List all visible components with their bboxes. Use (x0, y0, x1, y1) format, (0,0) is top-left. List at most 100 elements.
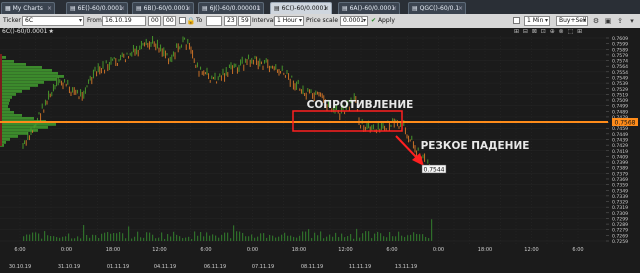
star-icon[interactable]: ★ (49, 28, 54, 35)
from-date-field[interactable]: 16.10.19 (102, 16, 146, 26)
volume-bar (116, 233, 118, 241)
volume-bar (431, 219, 433, 241)
to-hour-field[interactable]: 23 (224, 16, 237, 26)
volume-bar (365, 231, 367, 241)
date-tick-label: 13.11.19 (395, 264, 417, 270)
save-icon[interactable]: ▾ (627, 16, 637, 26)
price-tick-label: 0.7299 (612, 216, 628, 222)
apply-button[interactable]: ✔ Apply (371, 16, 395, 26)
volume-bar (314, 232, 316, 241)
price-tick-label: 0.7269 (612, 233, 628, 239)
tab-my-charts[interactable]: ▦ My Charts × (1, 2, 55, 14)
tab-bar: ▦ My Charts × ▤ 6E()-60/0.0001 × ▤ 6B()-… (0, 0, 640, 15)
volume-bar (245, 236, 247, 241)
volume-bar (266, 237, 268, 241)
price-tick-label: 0.7419 (612, 149, 628, 155)
price-tick-label: 0.7339 (612, 194, 628, 200)
volume-bar (137, 231, 139, 241)
profile-bar (0, 84, 38, 87)
from-minute-field[interactable]: 00 (163, 16, 176, 26)
volume-bar (338, 237, 340, 241)
chart-icon: ▤ (70, 5, 76, 12)
volume-bar (59, 237, 61, 241)
time-tick-label: 0:00 (61, 247, 72, 253)
profile-bar (0, 117, 34, 120)
volume-bar (164, 238, 166, 241)
volume-bar (407, 235, 409, 241)
price-tick-label: 0.7359 (612, 183, 628, 189)
options-checkbox[interactable] (513, 17, 520, 24)
from-label: From (87, 17, 102, 24)
last-price-label: 0.7544 (424, 166, 445, 173)
volume-bar (287, 235, 289, 241)
to-minute-field[interactable]: 59 (238, 16, 251, 26)
volume-bar (293, 236, 295, 241)
to-date-field[interactable] (206, 16, 222, 26)
volume-bar (92, 234, 94, 241)
chart-tools[interactable]: ⊞ ⊟ ⊠ ⊡ ⊕ ⊗ ⬚ ⊞ (514, 28, 583, 36)
volume-bar (341, 233, 343, 241)
from-minute-value: 00 (166, 17, 174, 24)
volume-bar (398, 231, 400, 241)
price-tick-label: 0.7554 (612, 70, 628, 76)
tab-qgc[interactable]: ▤ QGC()-60/0.1 × (408, 2, 466, 14)
volume-bar (263, 233, 265, 241)
tab-6b[interactable]: ▤ 6B()-60/0.0001 × (132, 2, 194, 14)
ticker-select[interactable]: 6C (22, 16, 84, 26)
side-select[interactable]: Buy+Sell (556, 16, 588, 26)
price-tick-label: 0.7429 (612, 143, 628, 149)
volume-bar (200, 232, 202, 241)
time-tick-label: 12:00 (524, 247, 538, 253)
price-tick-label: 0.7574 (612, 59, 628, 65)
profile-marker (0, 54, 2, 146)
export-icon[interactable]: ⇪ (615, 16, 625, 26)
tab-6a[interactable]: ▤ 6A()-60/0.0001 × (338, 2, 400, 14)
price-scale-label: Price scale (306, 17, 339, 24)
volume-bar (158, 237, 160, 241)
tab-6j[interactable]: ▤ 6J()-60/0.000001 × (198, 2, 264, 14)
volume-bar (209, 235, 211, 241)
volume-bar (248, 236, 250, 241)
volume-bar (308, 229, 310, 241)
volume-bar (383, 236, 385, 241)
tab-6c[interactable]: ▤ 6C()-60/0.0001 × (270, 2, 332, 14)
volume-bar (203, 236, 205, 241)
settings-icon[interactable]: ⚙ (591, 16, 601, 26)
time-tick-label: 6:00 (200, 247, 211, 253)
volume-bar (122, 233, 124, 241)
lock-checkbox[interactable] (179, 17, 186, 24)
tab-6e[interactable]: ▤ 6E()-60/0.0001 × (66, 2, 128, 14)
price-tick-label: 0.7509 (612, 98, 628, 104)
drop-annotation: РЕЗКОЕ ПАДЕНИЕ (421, 140, 530, 152)
volume-bar (32, 232, 34, 241)
volume-bar (416, 233, 418, 241)
price-tick-label: 0.7499 (612, 104, 628, 110)
lock-icon: 🔒 (186, 17, 196, 25)
volume-bar (194, 231, 196, 241)
volume-bar (242, 232, 244, 241)
volume-bar (227, 232, 229, 241)
volume-bar (359, 237, 361, 241)
date-tick-label: 06.11.19 (204, 264, 226, 270)
grid-icon: ▦ (5, 5, 11, 12)
volume-bar (104, 232, 106, 241)
price-scale-select[interactable]: 0.0001 (340, 16, 368, 26)
volume-bar (101, 233, 103, 241)
price-chart[interactable]: 0.76090.75990.75890.75790.75740.75640.75… (0, 36, 640, 273)
interval-select[interactable]: 1 Hour (274, 16, 304, 26)
tab-label: 6C()-60/0.0001 (281, 5, 328, 12)
volume-bar (131, 238, 133, 241)
volume-bar (323, 238, 325, 241)
time-tick-label: 0:00 (247, 247, 258, 253)
time-tick-label: 18:00 (292, 247, 306, 253)
timeframe-select[interactable]: 1 Min (524, 16, 550, 26)
chart-icon: ▤ (412, 5, 418, 12)
volume-bar (305, 231, 307, 241)
date-tick-label: 04.11.19 (154, 264, 176, 270)
price-tick-label: 0.7539 (612, 81, 628, 87)
volume-bar (386, 237, 388, 241)
volume-bar (86, 234, 88, 241)
volume-bar (419, 234, 421, 241)
from-hour-field[interactable]: 00 (148, 16, 161, 26)
layout-icon[interactable]: ▣ (603, 16, 613, 26)
